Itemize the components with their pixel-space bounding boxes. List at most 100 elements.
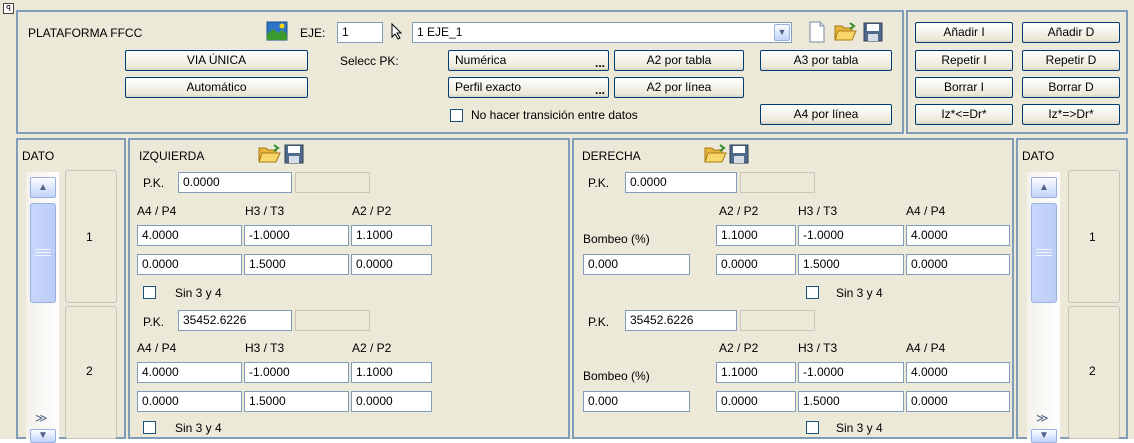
save-disk-icon[interactable]: [283, 143, 305, 165]
a3-por-tabla-button[interactable]: A3 por tabla: [760, 50, 892, 71]
dato-left-item-1-label: 1: [86, 230, 93, 244]
derecha-title: DERECHA: [582, 149, 641, 163]
open-folder-icon[interactable]: [834, 21, 858, 43]
right-b2-pk-input[interactable]: 35452.6226: [625, 310, 737, 331]
left-b1-r2-c2[interactable]: 1.5000: [244, 254, 349, 275]
left-b1-pk-label: P.K.: [143, 176, 165, 190]
pin-icon[interactable]: ꟼ: [3, 3, 14, 14]
a2-por-linea-button[interactable]: A2 por línea: [614, 77, 744, 98]
dato-right-item-2-label: 2: [1089, 364, 1096, 378]
save-disk-icon[interactable]: [728, 143, 750, 165]
new-file-icon[interactable]: [808, 21, 826, 43]
perfil-exacto-button[interactable]: Perfil exacto ...: [448, 77, 609, 98]
left-b1-r1-c2[interactable]: -1.0000: [244, 225, 349, 246]
left-b1-r2-c3[interactable]: 0.0000: [351, 254, 432, 275]
right-b2-r1-c1[interactable]: 1.1000: [716, 362, 796, 383]
dato-left-item-1[interactable]: 1: [65, 170, 117, 303]
dato-left-item-2-label: 2: [86, 364, 93, 378]
chevron-down-icon[interactable]: ▼: [774, 24, 790, 41]
left-b2-r1-c1[interactable]: 4.0000: [137, 362, 242, 383]
scroll-down-icon[interactable]: ▼: [1031, 429, 1057, 443]
right-b2-header-3: A4 / P4: [906, 341, 946, 355]
perfil-exacto-dots: ...: [594, 83, 605, 97]
info-icon[interactable]: [265, 20, 289, 42]
left-b2-r2-c2[interactable]: 1.5000: [244, 391, 349, 412]
right-b2-r2-c3[interactable]: 0.0000: [906, 391, 1010, 412]
left-b1-r1-c1[interactable]: 4.0000: [137, 225, 242, 246]
a4-por-linea-button[interactable]: A4 por línea: [760, 104, 892, 125]
left-b1-header-3: A2 / P2: [352, 204, 392, 218]
left-b1-r1-c3[interactable]: 1.1000: [351, 225, 432, 246]
borrar-i-button[interactable]: Borrar I: [915, 77, 1013, 98]
right-b2-r2-c1[interactable]: 0.0000: [716, 391, 796, 412]
perfil-exacto-label: Perfil exacto: [455, 80, 522, 94]
left-b2-r1-c3[interactable]: 1.1000: [351, 362, 432, 383]
anadir-i-button[interactable]: Añadir I: [915, 22, 1013, 43]
right-b2-r1-c3[interactable]: 4.0000: [906, 362, 1010, 383]
left-b2-r1-c2[interactable]: -1.0000: [244, 362, 349, 383]
a2-por-tabla-button[interactable]: A2 por tabla: [614, 50, 744, 71]
iz-le-dr-button[interactable]: Iz*<=Dr*: [915, 104, 1013, 125]
right-b1-pk-label: P.K.: [588, 176, 610, 190]
repetir-i-button[interactable]: Repetir I: [915, 50, 1013, 71]
iz-ge-dr-button[interactable]: Iz*=>Dr*: [1022, 104, 1120, 125]
left-b2-sin-label: Sin 3 y 4: [175, 421, 222, 435]
right-b1-sin-checkbox[interactable]: [806, 286, 819, 299]
left-b2-pk-input[interactable]: 35452.6226: [178, 310, 292, 331]
left-b1-header-2: H3 / T3: [245, 204, 285, 218]
dato-right-scroll-thumb[interactable]: [1031, 203, 1057, 303]
right-b2-r1-c2[interactable]: -1.0000: [798, 362, 904, 383]
eje-input[interactable]: 1: [337, 22, 383, 43]
left-b1-sin-checkbox[interactable]: [143, 286, 156, 299]
scroll-down-icon[interactable]: ▼: [30, 429, 56, 443]
save-disk-icon[interactable]: [862, 21, 884, 43]
dato-left-label: DATO: [22, 149, 55, 163]
left-b1-r2-c1[interactable]: 0.0000: [137, 254, 242, 275]
right-b2-header-2: H3 / T3: [798, 341, 838, 355]
left-b1-pk-input[interactable]: 0.0000: [178, 172, 292, 193]
right-b2-bombeo-label: Bombeo (%): [583, 369, 650, 383]
right-b1-r2-c1[interactable]: 0.0000: [716, 254, 796, 275]
dato-right-item-2[interactable]: 2: [1068, 306, 1120, 439]
right-b2-sin-label: Sin 3 y 4: [836, 421, 883, 435]
open-folder-icon[interactable]: [704, 143, 728, 165]
selecc-pk-label: Selecc PK:: [340, 54, 399, 68]
dato-left-scroll-thumb[interactable]: [30, 203, 56, 303]
no-transicion-checkbox[interactable]: [450, 109, 463, 122]
left-b2-r2-c1[interactable]: 0.0000: [137, 391, 242, 412]
left-b2-sin-checkbox[interactable]: [143, 421, 156, 434]
right-b2-sin-checkbox[interactable]: [806, 421, 819, 434]
numerica-button[interactable]: Numérica ...: [448, 50, 609, 71]
anadir-d-button[interactable]: Añadir D: [1022, 22, 1120, 43]
dato-left-item-2[interactable]: 2: [65, 306, 117, 439]
right-b1-r1-c2[interactable]: -1.0000: [798, 225, 904, 246]
right-b2-r2-c2[interactable]: 1.5000: [798, 391, 904, 412]
left-b2-r2-c3[interactable]: 0.0000: [351, 391, 432, 412]
scroll-fast-down-icon[interactable]: ≫: [35, 411, 48, 425]
dato-right-item-1[interactable]: 1: [1068, 170, 1120, 303]
no-transicion-label: No hacer transición entre datos: [471, 108, 638, 122]
right-b1-r1-c1[interactable]: 1.1000: [716, 225, 796, 246]
numerica-dots: ...: [594, 56, 605, 70]
left-b2-header-2: H3 / T3: [245, 341, 285, 355]
right-b2-pk-label: P.K.: [588, 315, 610, 329]
scroll-fast-down-icon[interactable]: ≫: [1036, 411, 1049, 425]
right-b1-bombeo-input[interactable]: 0.000: [583, 254, 690, 275]
repetir-d-button[interactable]: Repetir D: [1022, 50, 1120, 71]
borrar-d-button[interactable]: Borrar D: [1022, 77, 1120, 98]
eje-select[interactable]: 1 EJE_1: [412, 22, 792, 43]
right-b2-bombeo-input[interactable]: 0.000: [583, 391, 690, 412]
open-folder-icon[interactable]: [258, 143, 282, 165]
right-b1-pk-input[interactable]: 0.0000: [625, 172, 737, 193]
automatico-button[interactable]: Automático: [125, 77, 308, 98]
cursor-pointer-icon[interactable]: [389, 22, 405, 40]
left-b2-header-1: A4 / P4: [137, 341, 177, 355]
right-b1-r2-c3[interactable]: 0.0000: [906, 254, 1010, 275]
right-b1-r1-c3[interactable]: 4.0000: [906, 225, 1010, 246]
scroll-up-icon[interactable]: ▲: [30, 177, 56, 198]
eje-label: EJE:: [300, 26, 326, 40]
scroll-up-icon[interactable]: ▲: [1031, 177, 1057, 198]
via-unica-button[interactable]: VIA ÚNICA: [125, 50, 308, 71]
right-b1-sin-label: Sin 3 y 4: [836, 286, 883, 300]
right-b1-r2-c2[interactable]: 1.5000: [798, 254, 904, 275]
